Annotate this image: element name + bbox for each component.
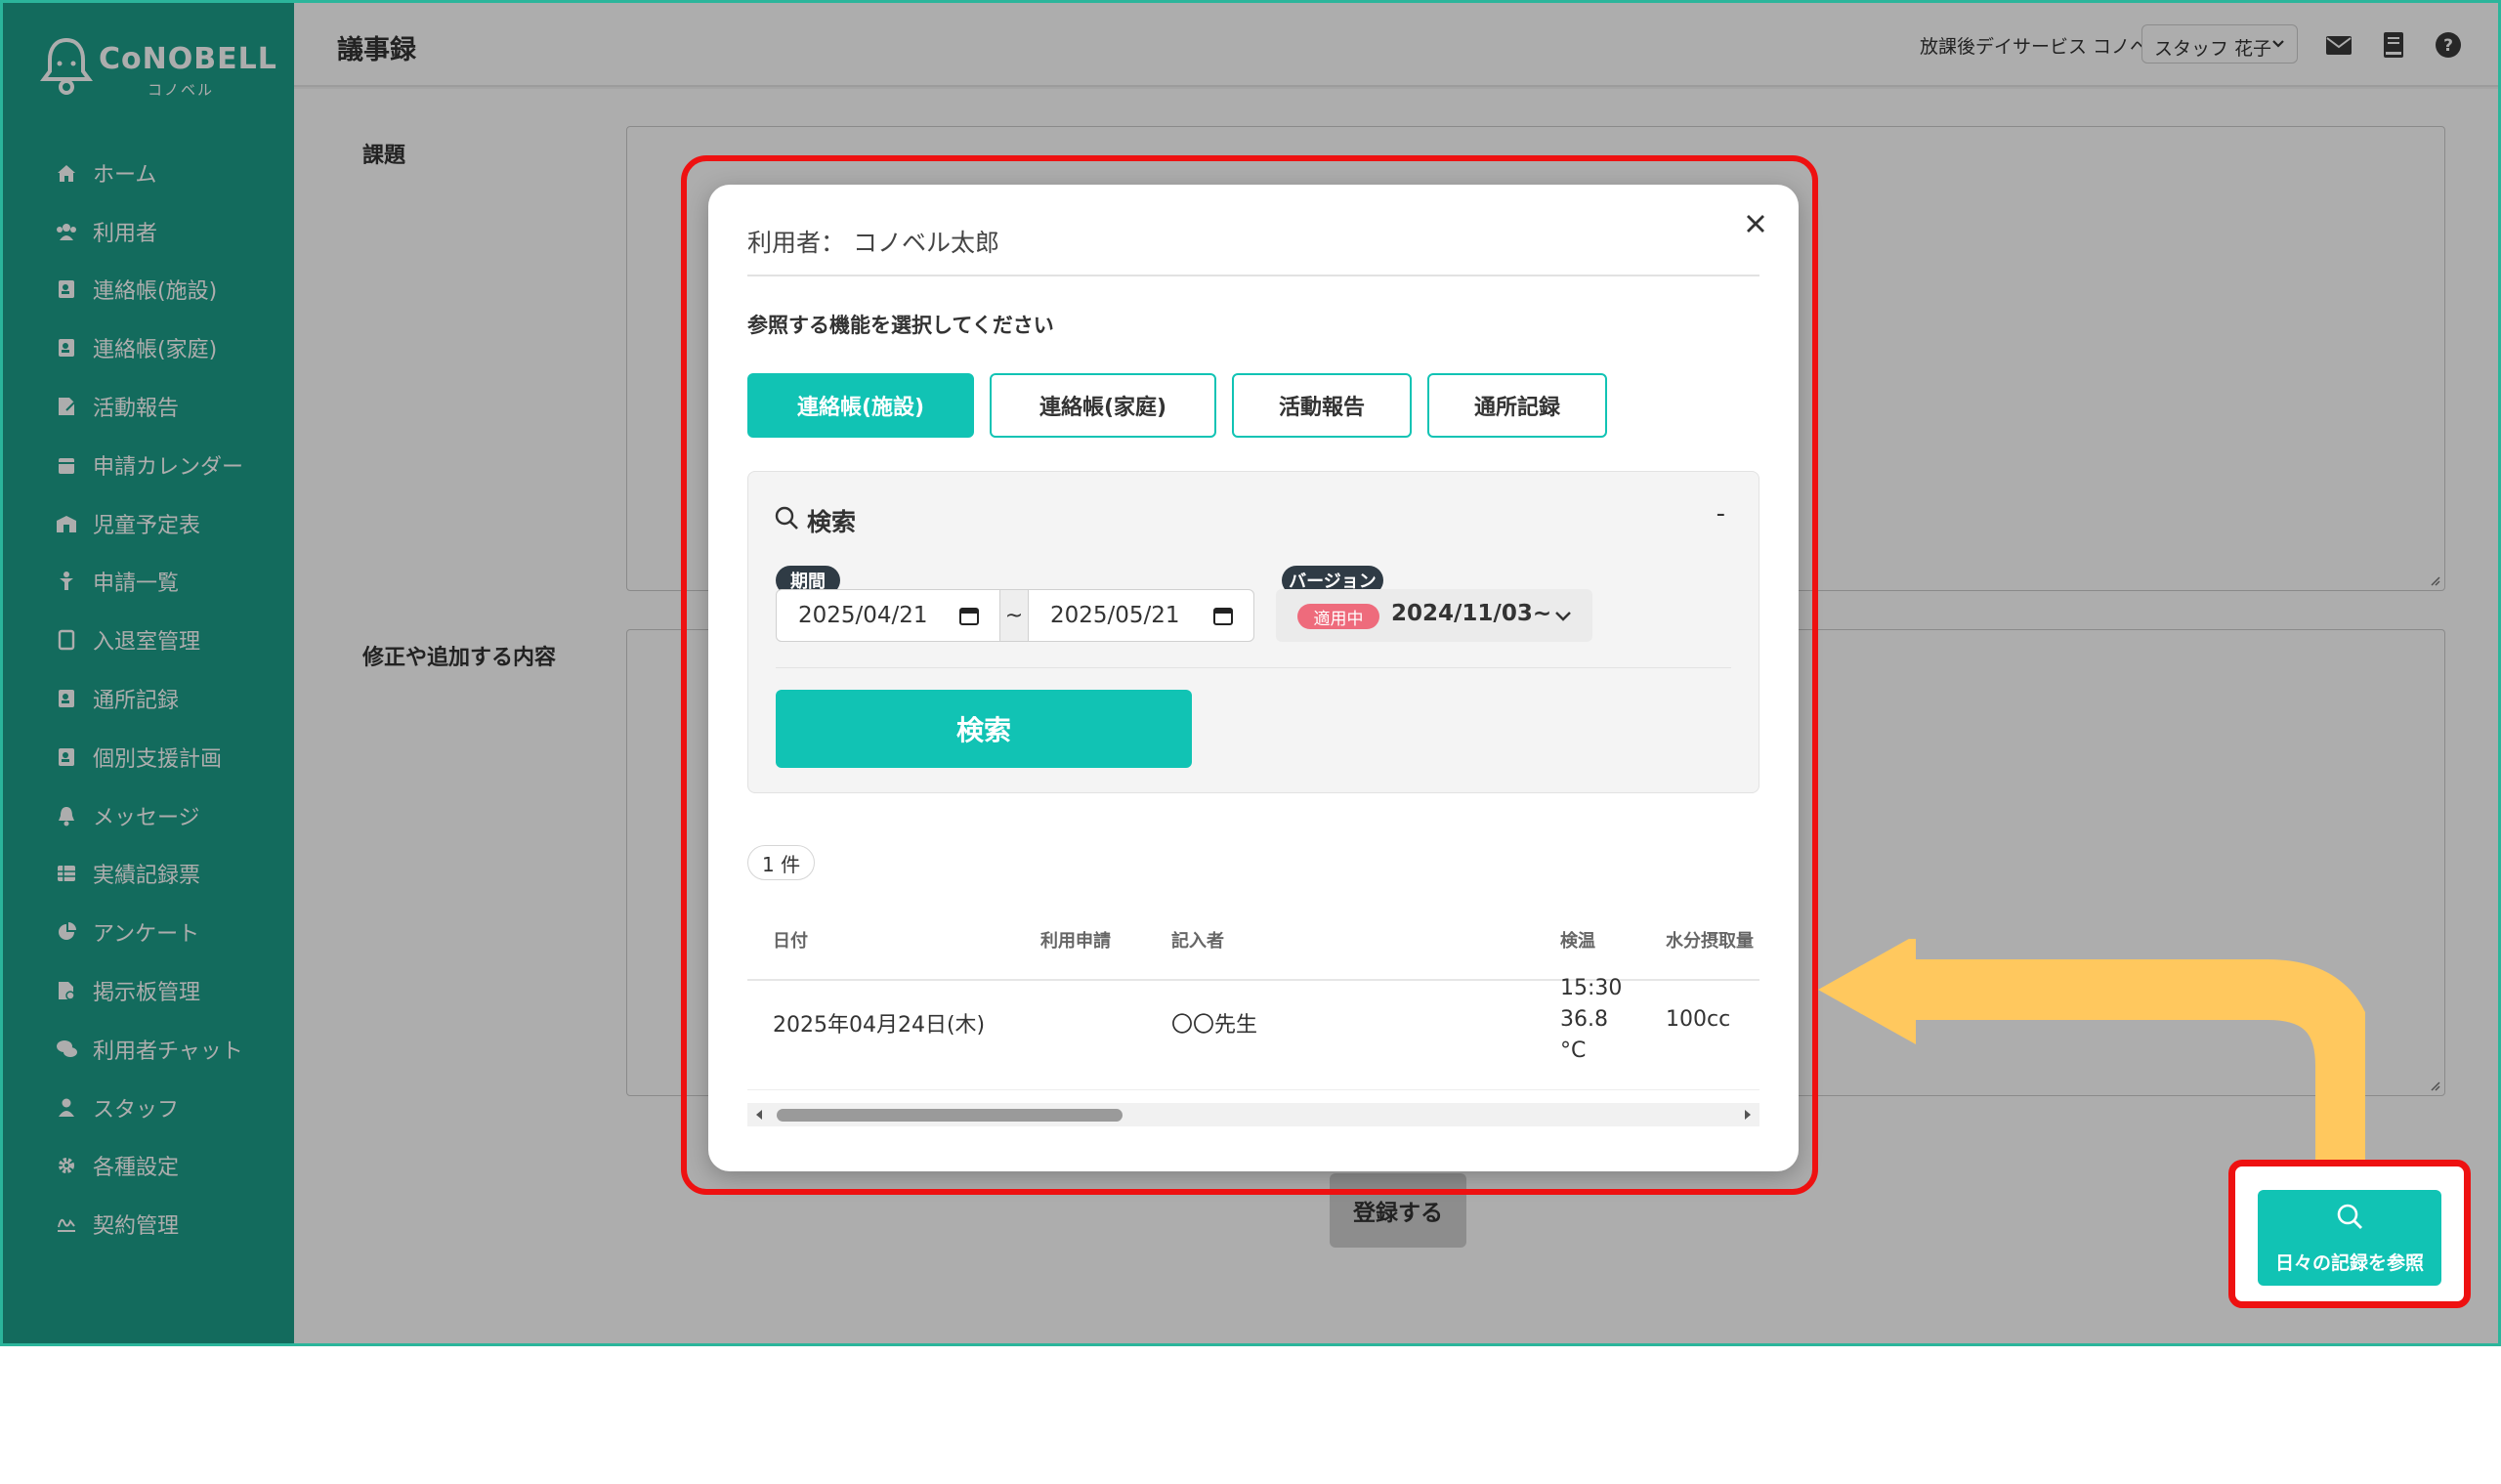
view-daily-records-button[interactable]: 日々の記録を参照 [2258, 1190, 2441, 1286]
view-daily-records-label: 日々の記録を参照 [2274, 1252, 2424, 1274]
search-icon [2337, 1204, 2362, 1229]
modal-highlight-frame [681, 155, 1818, 1195]
annotation-arrow-icon [1818, 939, 2365, 1164]
app-window: CoNOBELL コノベル ホーム 利用者 連絡帳(施設) 連絡帳(家庭) 活動報告 申請… [0, 0, 2501, 1346]
